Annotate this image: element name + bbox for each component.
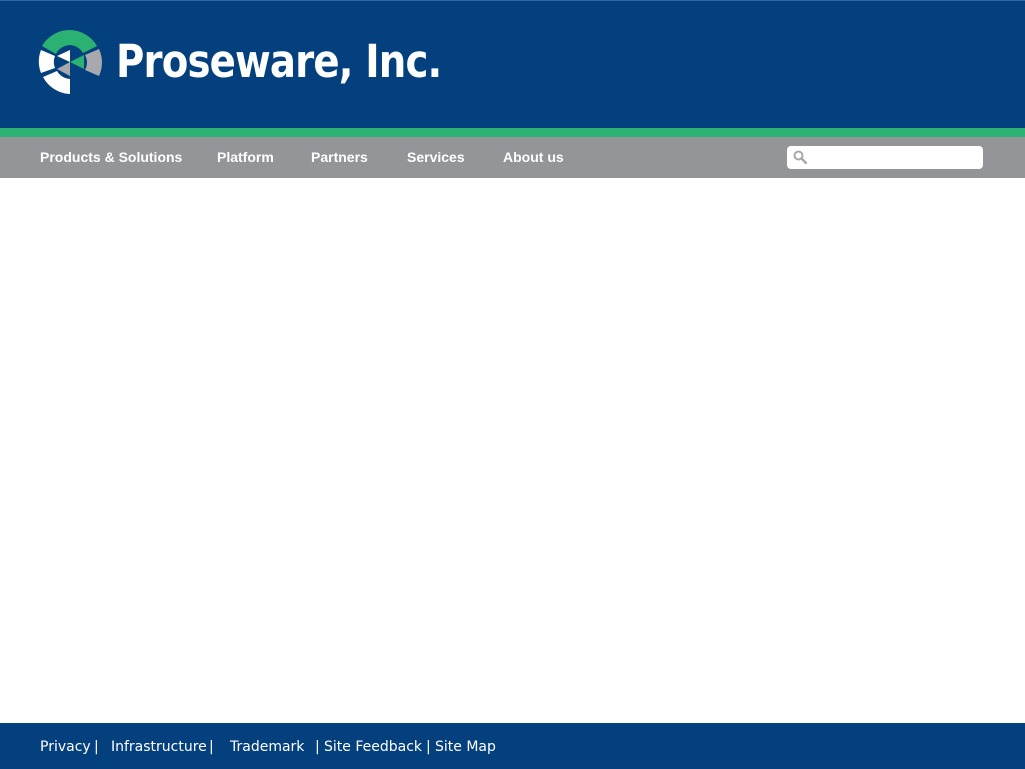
- main-content: [0, 178, 1025, 723]
- nav-item-about-us[interactable]: About us: [503, 137, 564, 178]
- search-box[interactable]: [787, 146, 983, 169]
- footer-separator: |: [209, 739, 214, 755]
- nav-item-partners[interactable]: Partners: [311, 137, 368, 178]
- footer-link-trademark[interactable]: Trademark: [230, 723, 304, 769]
- footer-link-privacy[interactable]: Privacy: [40, 723, 91, 769]
- brand-name[interactable]: Proseware, Inc.: [116, 32, 442, 92]
- main-nav: Products & Solutions Platform Partners S…: [0, 137, 1025, 178]
- footer-link-site-map[interactable]: Site Map: [435, 723, 496, 769]
- accent-stripe: [0, 128, 1025, 137]
- footer-link-site-feedback[interactable]: Site Feedback: [324, 723, 422, 769]
- footer-separator: |: [94, 739, 99, 755]
- nav-item-platform[interactable]: Platform: [217, 137, 274, 178]
- site-footer: Privacy | Infrastructure | Trademark | S…: [0, 723, 1025, 769]
- nav-item-services[interactable]: Services: [407, 137, 465, 178]
- footer-separator: |: [315, 739, 320, 755]
- site-header: Proseware, Inc.: [0, 0, 1025, 128]
- search-icon[interactable]: [793, 150, 807, 164]
- search-input[interactable]: [811, 148, 977, 167]
- proseware-logo[interactable]: [37, 28, 103, 96]
- footer-link-infrastructure[interactable]: Infrastructure: [111, 723, 207, 769]
- footer-separator: |: [426, 739, 431, 755]
- nav-item-products-solutions[interactable]: Products & Solutions: [40, 137, 182, 178]
